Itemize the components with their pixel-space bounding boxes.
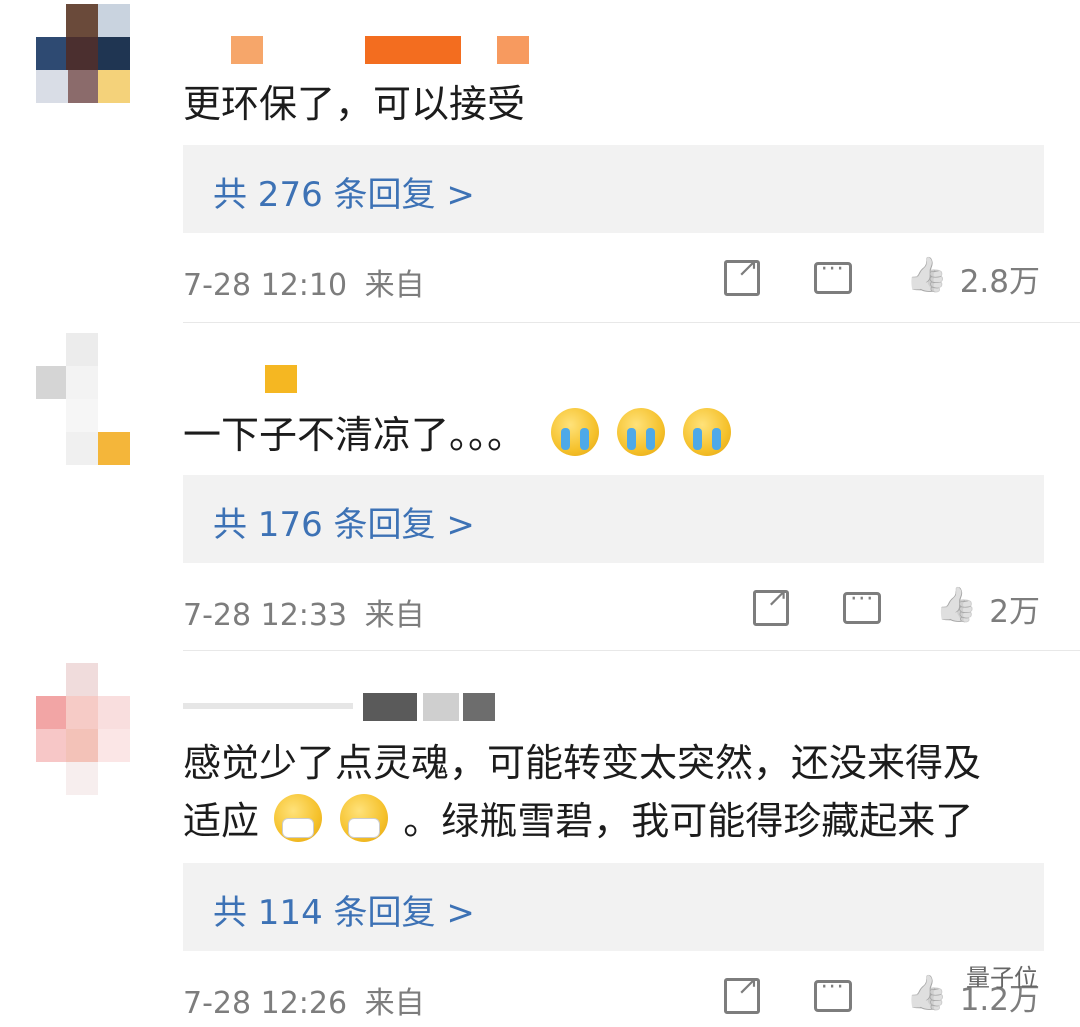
comment-meta: 7-28 12:10 来自	[183, 260, 425, 304]
avatar[interactable]	[36, 4, 146, 134]
comment-text-content: 一下子不清凉了。。。	[183, 413, 526, 457]
timestamp: 7-28 12:33	[183, 598, 348, 633]
comment-actions: 2万	[753, 583, 1040, 632]
divider	[183, 322, 1080, 323]
watermark: 量子位	[966, 958, 1038, 993]
comment-meta: 7-28 12:33 来自	[183, 590, 425, 634]
timestamp: 7-28 12:26	[183, 986, 348, 1021]
comment-text-content: 更环保了，可以接受	[183, 82, 526, 126]
crying-face-icon	[551, 408, 600, 456]
divider	[183, 650, 1080, 651]
comment-text-line1: 感觉少了点灵魂，可能转变太突然，还没来得及	[183, 741, 982, 785]
timestamp: 7-28 12:10	[183, 268, 348, 303]
reply-count-button[interactable]: 共 276 条回复 >	[183, 145, 1044, 233]
comment-button[interactable]	[813, 257, 852, 294]
source-label: 来自	[364, 598, 425, 633]
comment-item: 更环保了，可以接受 共 276 条回复 > 7-28 12:10 来自 2.8万	[0, 0, 1080, 325]
comment-icon	[843, 587, 882, 624]
share-button[interactable]	[723, 253, 760, 296]
comment-text: 感觉少了点灵魂，可能转变太突然，还没来得及	[183, 733, 1040, 793]
crying-face-icon	[683, 408, 732, 456]
username[interactable]	[183, 365, 383, 393]
share-button[interactable]	[753, 583, 790, 626]
watermark-text: 量子位	[966, 964, 1038, 992]
reply-count-label: 共 114 条回复 >	[213, 893, 475, 933]
comment-actions: 2.8万	[723, 253, 1040, 302]
avatar[interactable]	[36, 663, 146, 795]
thumbs-up-icon	[906, 259, 944, 297]
reply-count-label: 共 276 条回复 >	[213, 175, 475, 215]
reply-count-button[interactable]: 共 114 条回复 >	[183, 863, 1044, 951]
comment-meta: 7-28 12:26 来自	[183, 978, 425, 1022]
comment-button[interactable]	[843, 587, 882, 624]
share-icon	[753, 583, 790, 626]
like-button[interactable]: 2万	[935, 586, 1040, 631]
comment-text: 更环保了，可以接受	[183, 74, 1040, 134]
like-count: 2万	[989, 593, 1040, 630]
crying-face-icon	[617, 408, 666, 456]
comment-text: 一下子不清凉了。。。	[183, 405, 1040, 465]
share-icon	[723, 253, 760, 296]
comment-icon	[813, 257, 852, 294]
username[interactable]	[183, 36, 583, 64]
comment-item: 一下子不清凉了。。。 共 176 条回复 > 7-28 12:33 来自 2万	[0, 325, 1080, 653]
comment-icon	[813, 975, 852, 1012]
share-icon	[723, 971, 760, 1014]
mask-face-icon	[340, 794, 389, 842]
share-button[interactable]	[723, 971, 760, 1014]
avatar[interactable]	[36, 333, 146, 465]
comment-text: 适应 。绿瓶雪碧，我可能得珍藏起来了	[183, 791, 1040, 851]
like-count: 2.8万	[959, 263, 1040, 300]
reply-count-button[interactable]: 共 176 条回复 >	[183, 475, 1044, 563]
mask-face-icon	[274, 794, 323, 842]
comment-text-line2a: 适应	[183, 799, 260, 843]
comment-item: 感觉少了点灵魂，可能转变太突然，还没来得及 适应 。绿瓶雪碧，我可能得珍藏起来了…	[0, 653, 1080, 1027]
source-label: 来自	[364, 986, 425, 1021]
like-button[interactable]: 2.8万	[906, 256, 1040, 301]
comment-button[interactable]	[813, 975, 852, 1012]
comment-text-line2b: 。绿瓶雪碧，我可能得珍藏起来了	[403, 799, 974, 843]
thumbs-up-icon	[935, 589, 973, 627]
reply-count-label: 共 176 条回复 >	[213, 505, 475, 545]
source-label: 来自	[364, 268, 425, 303]
username[interactable]	[183, 693, 503, 721]
thumbs-up-icon	[906, 977, 944, 1015]
